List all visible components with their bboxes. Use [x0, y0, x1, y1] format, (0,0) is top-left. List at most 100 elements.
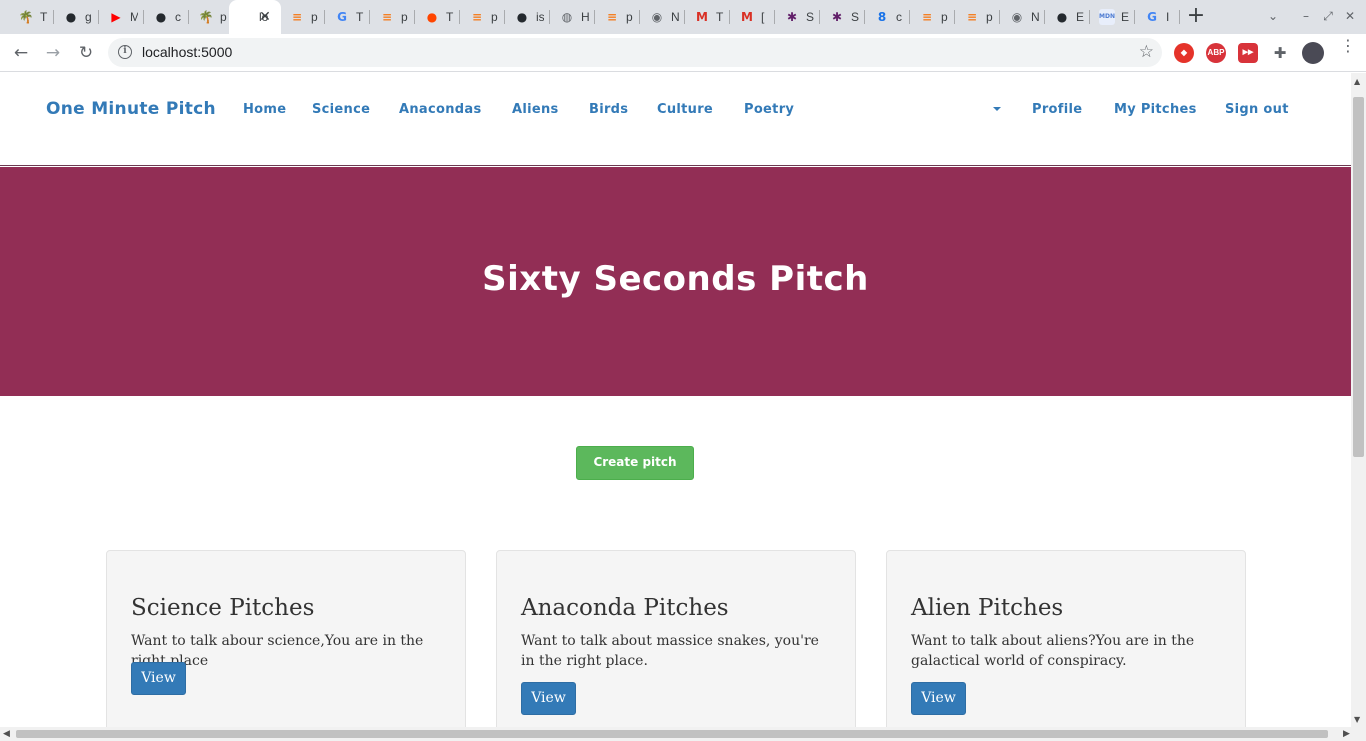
brave-shield-icon[interactable]: ◆ [1174, 43, 1194, 63]
nav-link-sign-out[interactable]: Sign out [1225, 102, 1289, 117]
tab-title: p [491, 10, 498, 24]
browser-tab[interactable]: GI [1134, 0, 1179, 34]
tab-strip: 🌴 T ● g ▶ M ● c 🌴 p lo ✕ ≡ p G T ≡ p ● T ≡ p ● is ◍ H ≡ p ◉ N M T M[✱ S ✱ S… [0, 0, 1366, 34]
browser-tab[interactable]: ◉ N [639, 0, 684, 34]
nav-link-poetry[interactable]: Poetry [744, 102, 794, 117]
address-bar[interactable]: i localhost:5000 ☆ [108, 38, 1162, 67]
nav-link-home[interactable]: Home [243, 102, 286, 117]
scroll-right-arrow-icon[interactable]: ▶ [1343, 729, 1350, 739]
browser-tab[interactable]: ● T [414, 0, 459, 34]
new-tab-button[interactable]: + [1184, 5, 1208, 29]
tab-title: [ [761, 10, 765, 24]
browser-tab[interactable]: MDN E [1089, 0, 1134, 34]
profile-avatar[interactable] [1302, 42, 1324, 64]
tab-title: is [536, 10, 544, 24]
tab-title: p [941, 10, 948, 24]
browser-tab[interactable]: 8c [864, 0, 909, 34]
category-card-science: Science Pitches Want to talk abour scien… [106, 550, 466, 727]
github-icon: ● [516, 10, 528, 24]
browser-tab[interactable]: 🌴 T [8, 0, 53, 34]
reload-icon[interactable]: ↻ [74, 41, 98, 65]
nav-link-culture[interactable]: Culture [657, 102, 713, 117]
browser-tab[interactable]: ✱ S [819, 0, 864, 34]
card-title: Alien Pitches [911, 595, 1064, 621]
vertical-scrollbar[interactable]: ▲ ▼ [1351, 73, 1366, 727]
extensions-puzzle-icon[interactable]: ✚ [1268, 41, 1292, 65]
nav-link-my-pitches[interactable]: My Pitches [1114, 102, 1197, 117]
tab-title: E [1121, 10, 1129, 24]
browser-tab[interactable]: ≡ p [459, 0, 504, 34]
tab-search-icon[interactable]: ⌄ [1265, 8, 1281, 24]
browser-tab[interactable]: ≡ p [279, 0, 324, 34]
tab-title: S [806, 10, 814, 24]
restore-icon[interactable]: ⤢ [1320, 8, 1336, 24]
tab-title: N [671, 10, 679, 24]
brand-link[interactable]: One Minute Pitch [46, 99, 216, 119]
scroll-down-arrow-icon[interactable]: ▼ [1354, 715, 1360, 724]
browser-tab[interactable]: ✱ S [774, 0, 819, 34]
stackoverflow-icon: ≡ [921, 10, 933, 24]
browser-tab[interactable]: ◉ N [999, 0, 1044, 34]
forward-arrow-icon[interactable]: → [41, 41, 65, 65]
horizontal-scrollbar[interactable]: ◀ ▶ [0, 727, 1366, 741]
scroll-up-arrow-icon[interactable]: ▲ [1354, 77, 1360, 86]
tab-title: p [401, 10, 408, 24]
google-icon: G [337, 10, 347, 24]
browser-tab[interactable]: 🌴 p [188, 0, 233, 34]
browser-tab[interactable]: M[ [729, 0, 774, 34]
nav-link-science[interactable]: Science [312, 102, 370, 117]
vertical-scroll-thumb[interactable] [1353, 97, 1364, 457]
dropdown-caret-icon[interactable] [993, 107, 1001, 111]
url-text[interactable]: localhost:5000 [142, 44, 232, 60]
site-info-icon[interactable]: i [118, 45, 132, 59]
browser-tab[interactable]: ≡ p [369, 0, 414, 34]
bookmark-star-icon[interactable]: ☆ [1139, 42, 1154, 62]
browser-tab[interactable]: ● g [53, 0, 98, 34]
close-window-icon[interactable]: ✕ [1342, 8, 1358, 24]
browser-tab[interactable]: MT [684, 0, 729, 34]
youtube-icon: ▶ [111, 10, 121, 24]
nav-link-profile[interactable]: Profile [1032, 102, 1082, 117]
card-title: Anaconda Pitches [521, 595, 729, 621]
adblock-plus-icon[interactable]: ABP [1206, 43, 1226, 63]
browser-tab[interactable]: ≡ p [594, 0, 639, 34]
globe-icon: ◍ [561, 10, 573, 24]
palm-tree-icon: 🌴 [18, 10, 34, 24]
view-science-button[interactable]: View [131, 662, 186, 695]
browser-tab[interactable]: lo ✕ [229, 0, 281, 34]
tab-title: T [40, 10, 48, 24]
horizontal-scroll-thumb[interactable] [16, 730, 1328, 738]
tab-title: c [175, 10, 181, 24]
google-icon: G [1147, 10, 1157, 24]
browser-tab[interactable]: ● E [1044, 0, 1089, 34]
browser-tab[interactable]: ● is [504, 0, 549, 34]
tab-title: g [85, 10, 92, 24]
browser-tab[interactable]: ≡ p [909, 0, 954, 34]
create-pitch-button[interactable]: Create pitch [576, 446, 694, 480]
page-viewport: One Minute Pitch Home Science Anacondas … [0, 73, 1351, 727]
view-alien-button[interactable]: View [911, 682, 966, 715]
tab-title: p [311, 10, 318, 24]
site-navbar: One Minute Pitch Home Science Anacondas … [0, 73, 1351, 166]
browser-tab[interactable]: ▶ M [98, 0, 143, 34]
view-anaconda-button[interactable]: View [521, 682, 576, 715]
video-speed-icon[interactable]: ▶▶ [1238, 43, 1258, 63]
tab-title: c [896, 10, 902, 24]
browser-tab[interactable]: ◍ H [549, 0, 594, 34]
browser-tab[interactable]: ≡ p [954, 0, 999, 34]
browser-tab[interactable]: ● c [143, 0, 188, 34]
scroll-left-arrow-icon[interactable]: ◀ [3, 729, 10, 739]
hero-banner: Sixty Seconds Pitch [0, 167, 1351, 396]
browser-tab[interactable]: GT [324, 0, 369, 34]
gmail-icon: M [741, 10, 753, 24]
close-tab-icon[interactable]: ✕ [257, 9, 273, 25]
gmail-icon: M [696, 10, 708, 24]
chrome-icon: ◉ [1011, 10, 1023, 24]
minimize-icon[interactable]: – [1298, 8, 1314, 24]
back-arrow-icon[interactable]: ← [9, 41, 33, 65]
nav-link-birds[interactable]: Birds [589, 102, 628, 117]
browser-menu-icon[interactable]: ⋮ [1340, 38, 1356, 54]
nav-link-aliens[interactable]: Aliens [512, 102, 559, 117]
tab-title: T [716, 10, 724, 24]
nav-link-anacondas[interactable]: Anacondas [399, 102, 482, 117]
